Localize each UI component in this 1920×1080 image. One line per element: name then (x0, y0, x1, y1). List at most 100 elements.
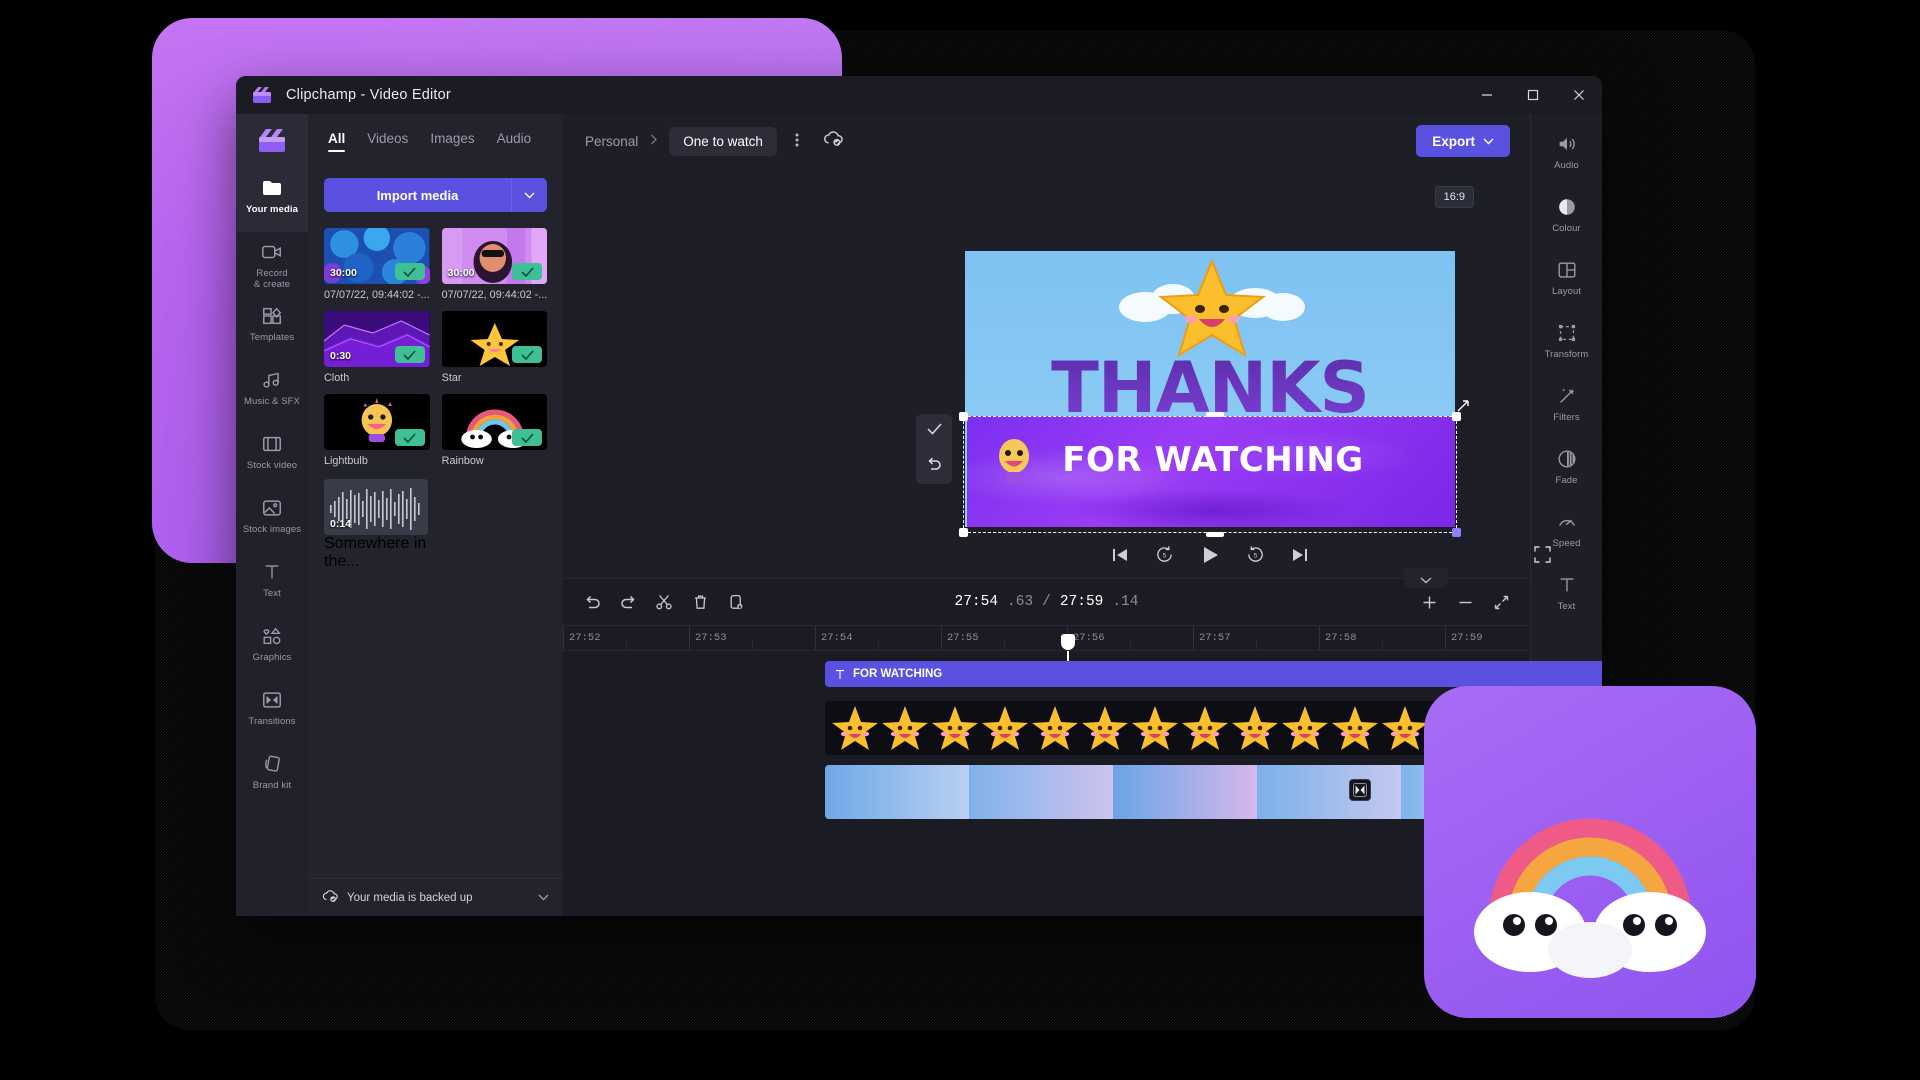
selection-bounding-box[interactable] (959, 400, 1469, 537)
fit-to-screen-button[interactable] (1486, 587, 1516, 617)
media-thumbnail[interactable]: 30:00 (324, 228, 430, 284)
sidebar-item-stock-video[interactable]: Stock video (236, 424, 308, 488)
project-topbar: Personal One to watch Export (563, 114, 1530, 168)
more-vertical-icon[interactable] (789, 132, 805, 151)
redo-button[interactable] (613, 587, 643, 617)
fade-circle-icon (1558, 450, 1575, 468)
film-strip-icon (263, 436, 281, 452)
breadcrumb-root[interactable]: Personal (585, 134, 638, 149)
split-button[interactable] (649, 587, 679, 617)
tool-fade[interactable]: Fade (1531, 439, 1602, 502)
tool-layout[interactable]: Layout (1531, 250, 1602, 313)
chevron-down-icon[interactable] (538, 892, 549, 904)
timeline-toolbar: 27:54 .63 / 27:59 .14 (563, 579, 1530, 625)
media-item[interactable]: 30:00 07/07/22, 09:44:02 -... (324, 228, 430, 301)
ruler-tick-label: 27:52 (569, 632, 601, 644)
timeline-ruler[interactable]: 27:52 27:53 27:54 27:55 27:56 27:57 27:5… (563, 625, 1530, 651)
fullscreen-icon[interactable] (1534, 546, 1551, 568)
media-item[interactable]: 30:00 07/07/22, 09:44:02 -... (441, 228, 548, 301)
sidebar-item-record-create[interactable]: Record & create (236, 232, 308, 296)
media-item[interactable]: Rainbow (441, 394, 548, 467)
resize-handle-top[interactable] (1206, 412, 1224, 417)
resize-handle-bottom[interactable] (1206, 532, 1224, 537)
transition-marker[interactable] (1349, 779, 1371, 801)
sidebar-item-text[interactable]: Text (236, 552, 308, 616)
tab-images[interactable]: Images (430, 131, 474, 152)
accept-button[interactable] (926, 422, 942, 440)
check-icon (521, 349, 534, 360)
import-media-button[interactable]: Import media (324, 178, 511, 212)
delete-button[interactable] (685, 587, 715, 617)
play-icon[interactable] (1200, 545, 1220, 570)
preview-area: 16:9 THANKS FOR WATCHING 5 5 (563, 168, 1551, 578)
backup-status-bar[interactable]: Your media is backed up (308, 878, 563, 916)
svg-text:5: 5 (1254, 553, 1258, 560)
sidebar-item-label: Record & create (253, 268, 291, 290)
ruler-tick-label: 27:58 (1325, 632, 1357, 644)
text-t-icon (1560, 578, 1573, 592)
media-thumbnail[interactable] (441, 311, 548, 367)
sidebar-item-your-media[interactable]: Your media (236, 168, 308, 232)
resize-handle-bl[interactable] (959, 528, 968, 537)
rewind-5-icon[interactable]: 5 (1155, 545, 1174, 569)
sidebar-item-stock-images[interactable]: Stock images (236, 488, 308, 552)
export-button[interactable]: Export (1416, 125, 1510, 157)
sidebar-item-brand-kit[interactable]: Brand kit (236, 744, 308, 808)
media-item[interactable]: 0:30 Cloth (324, 311, 430, 384)
maximize-button[interactable] (1510, 76, 1556, 114)
media-item-audio[interactable]: 0:14 Somewhere in the... (324, 479, 428, 571)
clip-label: FOR WATCHING (853, 668, 943, 680)
media-thumbnail[interactable]: 0:30 (324, 311, 430, 367)
tool-text[interactable]: Text (1531, 565, 1602, 628)
svg-text:5: 5 (1163, 553, 1167, 560)
sidebar-item-transitions[interactable]: Transitions (236, 680, 308, 744)
zoom-in-button[interactable] (1414, 587, 1444, 617)
duplicate-button[interactable] (721, 587, 751, 617)
tool-transform[interactable]: Transform (1531, 313, 1602, 376)
undo-button[interactable] (926, 457, 942, 476)
tool-colour[interactable]: Colour (1531, 187, 1602, 250)
table-row[interactable]: FOR WATCHING (825, 661, 1602, 687)
resize-diagonal-icon[interactable] (1456, 399, 1470, 418)
tool-filters[interactable]: Filters (1531, 376, 1602, 439)
resize-handle-tl[interactable] (959, 412, 968, 421)
minimize-button[interactable] (1464, 76, 1510, 114)
undo-button[interactable] (577, 587, 607, 617)
tool-audio[interactable]: Audio (1531, 124, 1602, 187)
chevron-down-icon (1483, 138, 1494, 144)
tab-videos[interactable]: Videos (367, 131, 408, 152)
window-body: Your media Record & create Templates Mus… (236, 114, 1602, 916)
sidebar-item-graphics[interactable]: Graphics (236, 616, 308, 680)
project-name-field[interactable]: One to watch (669, 126, 777, 156)
sidebar-item-music-sfx[interactable]: Music & SFX (236, 360, 308, 424)
zoom-out-button[interactable] (1450, 587, 1480, 617)
clipchamp-logo-icon[interactable] (236, 114, 308, 168)
current-time-frames: .63 (1007, 594, 1034, 610)
aspect-ratio-badge[interactable]: 16:9 (1434, 186, 1474, 208)
resize-handle-br[interactable] (1452, 528, 1461, 537)
skip-back-icon[interactable] (1111, 547, 1129, 568)
ruler-tick-label: 27:53 (695, 632, 727, 644)
cloud-check-icon[interactable] (823, 130, 843, 152)
close-button[interactable] (1556, 76, 1602, 114)
tool-label: Audio (1554, 160, 1579, 171)
media-thumbnail[interactable] (324, 394, 430, 450)
brand-kit-icon (265, 755, 280, 772)
media-thumbnail[interactable]: 0:14 (324, 479, 428, 535)
sidebar-item-templates[interactable]: Templates (236, 296, 308, 360)
tool-label: Transform (1544, 349, 1589, 360)
skip-forward-icon[interactable] (1291, 547, 1309, 568)
media-tabs: All Videos Images Audio (308, 114, 563, 168)
tab-all[interactable]: All (328, 131, 346, 152)
media-thumbnail[interactable] (441, 394, 548, 450)
tab-audio[interactable]: Audio (497, 131, 532, 152)
media-thumbnail[interactable]: 30:00 (441, 228, 548, 284)
import-media-dropdown[interactable] (511, 178, 547, 212)
media-item[interactable]: Star (441, 311, 548, 384)
media-item[interactable]: Lightbulb (324, 394, 430, 467)
templates-icon (263, 307, 282, 325)
timeline-playhead[interactable] (1061, 634, 1075, 661)
clipchamp-window: Clipchamp - Video Editor Your media Reco… (236, 76, 1602, 916)
forward-5-icon[interactable]: 5 (1246, 545, 1265, 569)
screenshot-stage: Clipchamp - Video Editor Your media Reco… (0, 0, 1920, 1080)
